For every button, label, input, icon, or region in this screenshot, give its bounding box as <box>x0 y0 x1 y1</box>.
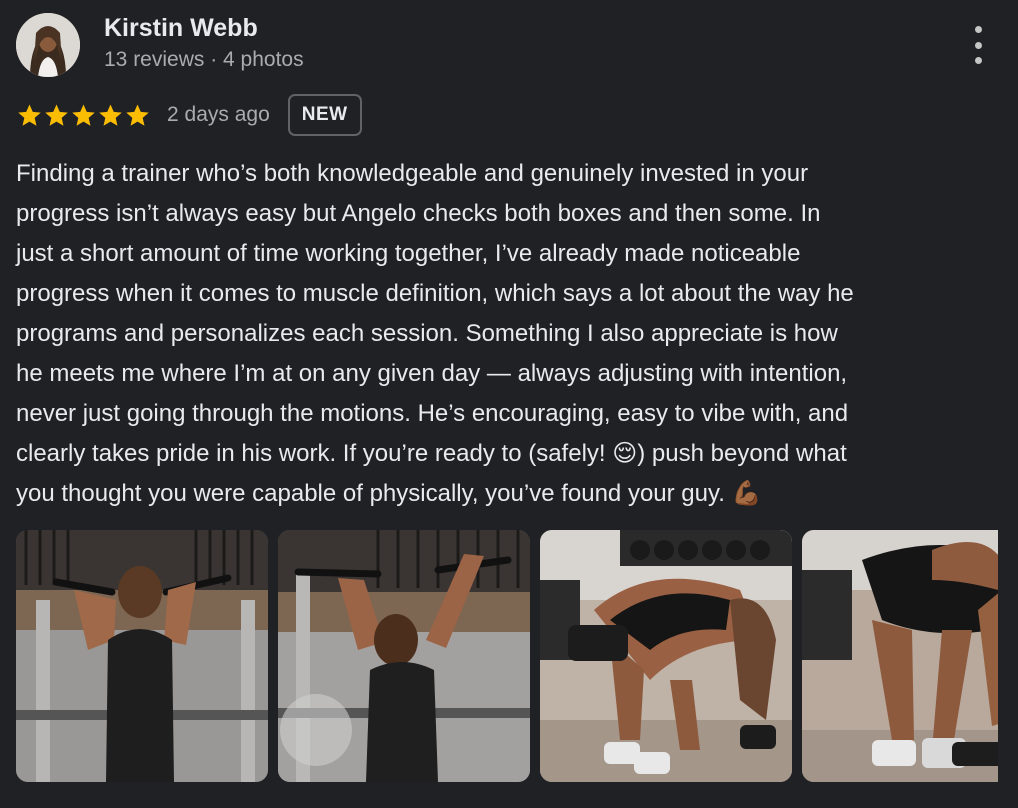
reviewer-name[interactable]: Kirstin Webb <box>104 14 258 43</box>
review-text: Finding a trainer who’s both knowledgeab… <box>16 154 1008 514</box>
new-badge: NEW <box>287 94 362 136</box>
more-vert-icon[interactable] <box>968 26 988 64</box>
review-photo[interactable] <box>278 530 530 782</box>
star-rating <box>16 102 151 129</box>
review-photos <box>16 530 998 782</box>
review-text-line: just a short amount of time working toge… <box>16 240 801 267</box>
review-photo[interactable] <box>16 530 268 782</box>
reviewer-meta: 13 reviews · 4 photos <box>104 48 304 71</box>
review-text-line: clearly takes pride in his work. If you’… <box>16 440 847 467</box>
review-text-line: you thought you were capable of physical… <box>16 480 762 507</box>
review-text-line: he meets me where I’m at on any given da… <box>16 360 848 387</box>
review-date: 2 days ago <box>167 103 270 126</box>
review-photo[interactable] <box>540 530 792 782</box>
review-photo[interactable] <box>802 530 998 782</box>
review-text-line: progress isn’t always easy but Angelo ch… <box>16 200 821 227</box>
star-icon <box>99 103 122 126</box>
review-header: Kirstin Webb 13 reviews · 4 photos <box>16 12 1006 82</box>
star-icon <box>72 103 95 126</box>
rating-row: 2 days ago NEW <box>16 94 362 136</box>
star-icon <box>18 103 41 126</box>
star-icon <box>126 103 149 126</box>
star-icon <box>45 103 68 126</box>
avatar[interactable] <box>16 13 80 77</box>
review-text-line: progress when it comes to muscle definit… <box>16 280 854 307</box>
review-text-line: programs and personalizes each session. … <box>16 320 838 347</box>
review-text-line: never just going through the motions. He… <box>16 400 849 427</box>
review-text-line: Finding a trainer who’s both knowledgeab… <box>16 160 809 187</box>
